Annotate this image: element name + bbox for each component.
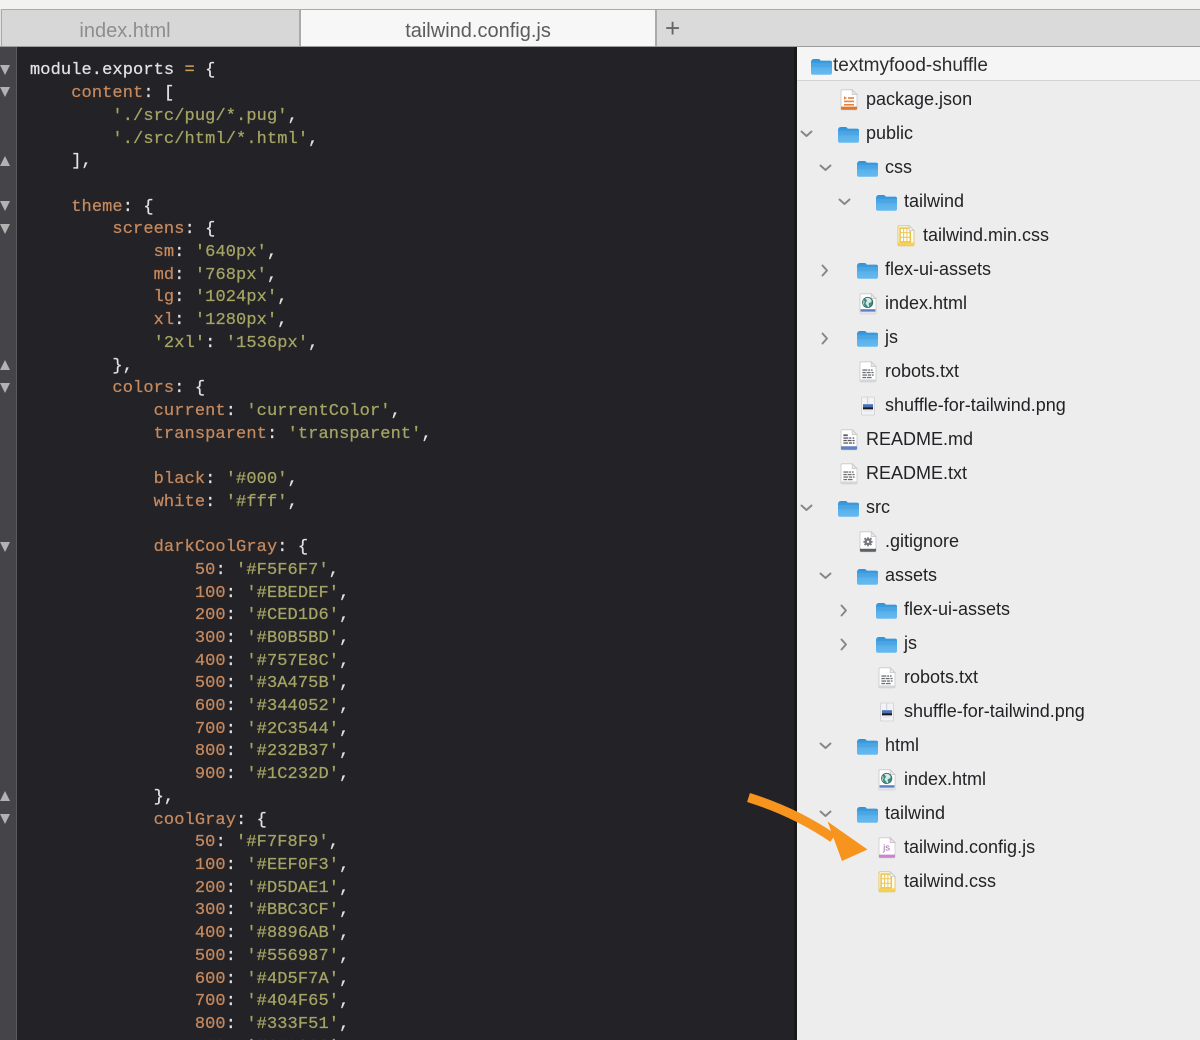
svg-text:js: js bbox=[882, 843, 890, 854]
